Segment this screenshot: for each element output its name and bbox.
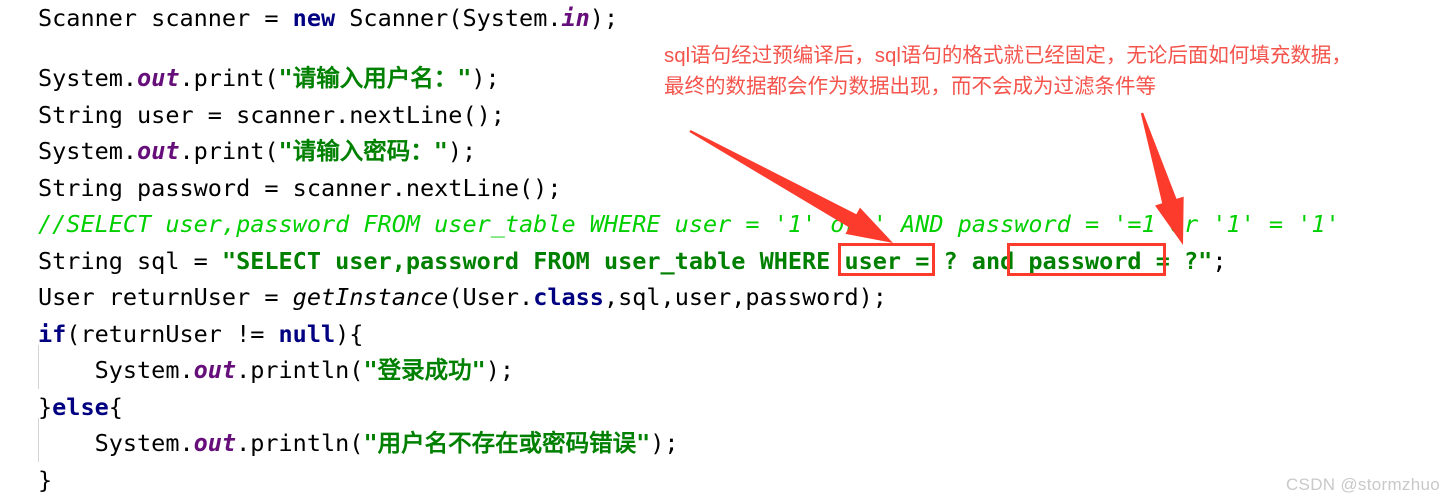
code-token-string: "请输入用户名：" bbox=[278, 64, 472, 92]
code-token-plain: .println( bbox=[236, 429, 364, 457]
code-line: System.out.println("用户名不存在或密码错误"); bbox=[38, 425, 679, 461]
code-token-plain: { bbox=[108, 393, 123, 421]
code-token-plain: ); bbox=[650, 429, 679, 457]
code-token-plain: } bbox=[38, 466, 53, 494]
code-token-plain: System. bbox=[38, 356, 194, 384]
code-line: } bbox=[38, 462, 52, 498]
code-token-plain: String user = scanner.nextLine(); bbox=[38, 101, 505, 129]
code-token-keyword: else bbox=[52, 393, 109, 421]
code-line: User returnUser = getInstance(User.class… bbox=[38, 279, 887, 315]
code-token-plain: ); bbox=[589, 4, 619, 32]
code-token-plain: String password = scanner.nextLine(); bbox=[38, 174, 562, 202]
code-line: String user = scanner.nextLine(); bbox=[38, 97, 505, 133]
code-token-plain: (User. bbox=[448, 283, 534, 311]
annotation-line-1: sql语句经过预编译后，sql语句的格式就已经固定，无论后面如何填充数据， bbox=[664, 44, 1352, 67]
code-token-keyword: null bbox=[278, 320, 336, 348]
code-token-plain: ); bbox=[471, 64, 500, 92]
code-token-plain: .print( bbox=[179, 64, 279, 92]
code-line: String sql = "SELECT user,password FROM … bbox=[38, 243, 1226, 279]
code-line: System.out.print("请输入密码："); bbox=[38, 133, 476, 169]
code-token-string: "请输入密码：" bbox=[278, 137, 448, 165]
code-token-plain: } bbox=[38, 393, 53, 421]
code-token-plain: ); bbox=[447, 137, 477, 165]
code-token-plain: (returnUser != bbox=[66, 320, 279, 348]
code-line: System.out.print("请输入用户名："); bbox=[38, 60, 500, 96]
code-token-plain: ; bbox=[1212, 247, 1227, 275]
csdn-watermark: CSDN @stormzhuo bbox=[1285, 475, 1440, 494]
code-line: String password = scanner.nextLine(); bbox=[38, 170, 561, 206]
code-token-plain: String sql = bbox=[38, 247, 222, 275]
code-token-keyword: class bbox=[533, 283, 604, 311]
code-token-static: out bbox=[137, 64, 180, 92]
code-line: }else{ bbox=[38, 389, 123, 425]
code-token-keyword: new bbox=[292, 4, 336, 32]
annotation-note: sql语句经过预编译后，sql语句的格式就已经固定，无论后面如何填充数据， 最终… bbox=[664, 40, 1454, 102]
code-token-plain: User returnUser = bbox=[38, 283, 293, 311]
code-token-string: "登录成功" bbox=[363, 356, 486, 384]
code-token-static: out bbox=[193, 429, 237, 457]
code-line: //SELECT user,password FROM user_table W… bbox=[38, 206, 1340, 242]
code-token-static: out bbox=[193, 356, 237, 384]
code-token-plain: .println( bbox=[236, 356, 364, 384]
code-token-plain: .print( bbox=[179, 137, 279, 165]
code-token-static: out bbox=[137, 137, 180, 165]
code-token-plain: Scanner scanner = bbox=[38, 4, 293, 32]
code-token-plain: ); bbox=[485, 356, 515, 384]
code-editor-canvas: Scanner scanner = new Scanner(System.in)… bbox=[0, 0, 1454, 503]
code-token-method: getInstance bbox=[292, 283, 449, 311]
code-token-string: "用户名不存在或密码错误" bbox=[363, 429, 651, 457]
code-line: Scanner scanner = new Scanner(System.in)… bbox=[38, 0, 618, 36]
code-line: if(returnUser != null){ bbox=[38, 316, 363, 352]
code-token-string: "SELECT user,password FROM user_table WH… bbox=[221, 247, 1213, 275]
code-token-plain: System. bbox=[38, 429, 194, 457]
code-token-plain: ,sql,user,password); bbox=[603, 283, 887, 311]
code-token-plain: System. bbox=[38, 64, 138, 92]
annotation-line-2: 最终的数据都会作为数据出现，而不会成为过滤条件等 bbox=[664, 75, 1156, 98]
code-token-comment: //SELECT user,password FROM user_table W… bbox=[38, 210, 1340, 238]
code-token-keyword: if bbox=[38, 320, 67, 348]
code-token-static: in bbox=[561, 4, 590, 32]
code-token-plain: System. bbox=[38, 137, 138, 165]
code-token-plain: ){ bbox=[335, 320, 364, 348]
code-line: System.out.println("登录成功"); bbox=[38, 352, 514, 388]
code-token-plain: Scanner(System. bbox=[335, 4, 562, 32]
